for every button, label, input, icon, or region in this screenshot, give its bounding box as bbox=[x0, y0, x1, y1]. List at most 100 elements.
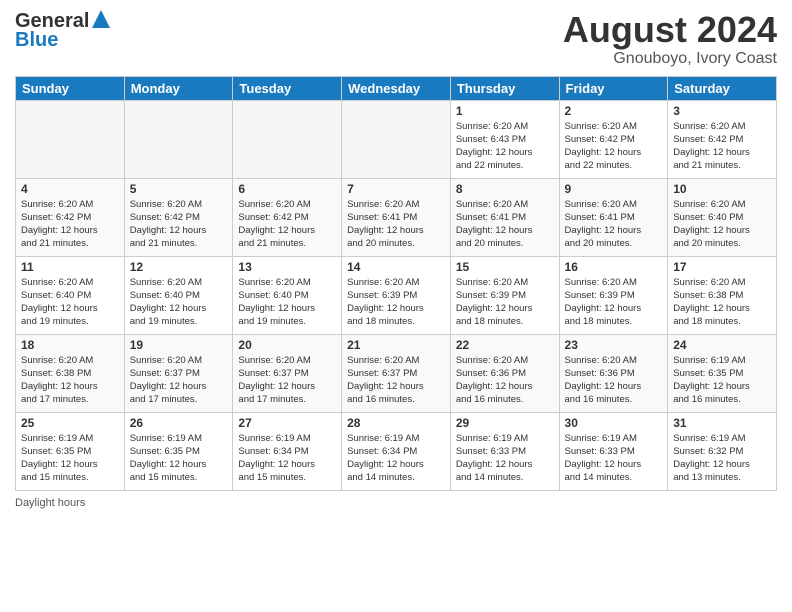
calendar-cell: 23Sunrise: 6:20 AM Sunset: 6:36 PM Dayli… bbox=[559, 334, 668, 412]
day-info: Sunrise: 6:19 AM Sunset: 6:33 PM Dayligh… bbox=[456, 432, 554, 485]
day-info: Sunrise: 6:20 AM Sunset: 6:42 PM Dayligh… bbox=[130, 198, 228, 251]
day-number: 31 bbox=[673, 416, 771, 430]
calendar-cell: 15Sunrise: 6:20 AM Sunset: 6:39 PM Dayli… bbox=[450, 256, 559, 334]
calendar-cell bbox=[233, 100, 342, 178]
calendar-cell bbox=[16, 100, 125, 178]
calendar-week-5: 25 Sunrise: 6:19 AM Sunset: 6:35 PM Dayli… bbox=[16, 412, 777, 490]
calendar-week-4: 18 Sunrise: 6:20 AM Sunset: 6:38 PM Dayli… bbox=[16, 334, 777, 412]
calendar-table: SundayMondayTuesdayWednesdayThursdayFrid… bbox=[15, 76, 777, 491]
day-header-sunday: Sunday bbox=[16, 76, 125, 100]
header: General Blue August 2024 Gnouboyo, Ivory… bbox=[15, 10, 777, 68]
day-header-friday: Friday bbox=[559, 76, 668, 100]
calendar-cell: 13 Sunrise: 6:20 AM Sunset: 6:40 PM Dayli… bbox=[233, 256, 342, 334]
day-info: Sunrise: 6:19 AM Sunset: 6:33 PM Dayligh… bbox=[565, 432, 663, 485]
day-number: 11 bbox=[21, 260, 119, 274]
calendar-body: 1Sunrise: 6:20 AM Sunset: 6:43 PM Daylig… bbox=[16, 100, 777, 490]
day-info: Sunrise: 6:20 AM Sunset: 6:41 PM Dayligh… bbox=[347, 198, 445, 251]
calendar-cell: 20 Sunrise: 6:20 AM Sunset: 6:37 PM Dayli… bbox=[233, 334, 342, 412]
day-info: Sunrise: 6:20 AM Sunset: 6:40 PM Dayligh… bbox=[238, 276, 336, 329]
calendar-cell: 3 Sunrise: 6:20 AM Sunset: 6:42 PM Daylig… bbox=[668, 100, 777, 178]
day-info: Sunrise: 6:20 AM Sunset: 6:39 PM Dayligh… bbox=[565, 276, 663, 329]
day-info: Sunrise: 6:20 AM Sunset: 6:38 PM Dayligh… bbox=[673, 276, 771, 329]
day-number: 18 bbox=[21, 338, 119, 352]
day-number: 1 bbox=[456, 104, 554, 118]
day-info: Sunrise: 6:20 AM Sunset: 6:38 PM Dayligh… bbox=[21, 354, 119, 407]
footer: Daylight hours bbox=[15, 497, 777, 509]
day-header-tuesday: Tuesday bbox=[233, 76, 342, 100]
day-number: 8 bbox=[456, 182, 554, 196]
calendar-cell: 22Sunrise: 6:20 AM Sunset: 6:36 PM Dayli… bbox=[450, 334, 559, 412]
day-header-thursday: Thursday bbox=[450, 76, 559, 100]
calendar-cell: 30 Sunrise: 6:19 AM Sunset: 6:33 PM Dayli… bbox=[559, 412, 668, 490]
day-number: 16 bbox=[565, 260, 663, 274]
day-number: 25 bbox=[21, 416, 119, 430]
footer-text: Daylight hours bbox=[15, 497, 85, 509]
day-header-wednesday: Wednesday bbox=[342, 76, 451, 100]
day-info: Sunrise: 6:20 AM Sunset: 6:40 PM Dayligh… bbox=[21, 276, 119, 329]
calendar-cell: 10 Sunrise: 6:20 AM Sunset: 6:40 PM Dayli… bbox=[668, 178, 777, 256]
day-number: 6 bbox=[238, 182, 336, 196]
day-number: 28 bbox=[347, 416, 445, 430]
day-number: 30 bbox=[565, 416, 663, 430]
day-header-saturday: Saturday bbox=[668, 76, 777, 100]
calendar-cell: 26 Sunrise: 6:19 AM Sunset: 6:35 PM Dayli… bbox=[124, 412, 233, 490]
calendar-cell: 27 Sunrise: 6:19 AM Sunset: 6:34 PM Dayli… bbox=[233, 412, 342, 490]
calendar-cell: 7Sunrise: 6:20 AM Sunset: 6:41 PM Daylig… bbox=[342, 178, 451, 256]
calendar-cell: 17 Sunrise: 6:20 AM Sunset: 6:38 PM Dayli… bbox=[668, 256, 777, 334]
day-info: Sunrise: 6:20 AM Sunset: 6:37 PM Dayligh… bbox=[238, 354, 336, 407]
day-number: 26 bbox=[130, 416, 228, 430]
calendar-cell: 25 Sunrise: 6:19 AM Sunset: 6:35 PM Dayli… bbox=[16, 412, 125, 490]
day-number: 20 bbox=[238, 338, 336, 352]
day-number: 9 bbox=[565, 182, 663, 196]
calendar-cell: 6 Sunrise: 6:20 AM Sunset: 6:42 PM Daylig… bbox=[233, 178, 342, 256]
day-info: Sunrise: 6:19 AM Sunset: 6:34 PM Dayligh… bbox=[238, 432, 336, 485]
day-info: Sunrise: 6:20 AM Sunset: 6:42 PM Dayligh… bbox=[21, 198, 119, 251]
calendar-week-3: 11 Sunrise: 6:20 AM Sunset: 6:40 PM Dayli… bbox=[16, 256, 777, 334]
day-number: 13 bbox=[238, 260, 336, 274]
title-block: August 2024 Gnouboyo, Ivory Coast bbox=[563, 10, 777, 68]
day-info: Sunrise: 6:20 AM Sunset: 6:37 PM Dayligh… bbox=[347, 354, 445, 407]
day-number: 27 bbox=[238, 416, 336, 430]
calendar-cell: 31 Sunrise: 6:19 AM Sunset: 6:32 PM Dayli… bbox=[668, 412, 777, 490]
day-info: Sunrise: 6:20 AM Sunset: 6:36 PM Dayligh… bbox=[456, 354, 554, 407]
calendar-week-1: 1Sunrise: 6:20 AM Sunset: 6:43 PM Daylig… bbox=[16, 100, 777, 178]
day-info: Sunrise: 6:20 AM Sunset: 6:41 PM Dayligh… bbox=[456, 198, 554, 251]
day-info: Sunrise: 6:20 AM Sunset: 6:42 PM Dayligh… bbox=[673, 120, 771, 173]
page-subtitle: Gnouboyo, Ivory Coast bbox=[563, 50, 777, 68]
calendar-cell: 2Sunrise: 6:20 AM Sunset: 6:42 PM Daylig… bbox=[559, 100, 668, 178]
day-info: Sunrise: 6:19 AM Sunset: 6:34 PM Dayligh… bbox=[347, 432, 445, 485]
day-number: 24 bbox=[673, 338, 771, 352]
day-number: 17 bbox=[673, 260, 771, 274]
calendar-cell: 11 Sunrise: 6:20 AM Sunset: 6:40 PM Dayli… bbox=[16, 256, 125, 334]
day-info: Sunrise: 6:20 AM Sunset: 6:40 PM Dayligh… bbox=[673, 198, 771, 251]
calendar-cell: 24 Sunrise: 6:19 AM Sunset: 6:35 PM Dayli… bbox=[668, 334, 777, 412]
calendar-cell: 8 Sunrise: 6:20 AM Sunset: 6:41 PM Daylig… bbox=[450, 178, 559, 256]
logo: General Blue bbox=[15, 10, 110, 52]
calendar-cell: 19Sunrise: 6:20 AM Sunset: 6:37 PM Dayli… bbox=[124, 334, 233, 412]
day-number: 14 bbox=[347, 260, 445, 274]
day-number: 12 bbox=[130, 260, 228, 274]
day-number: 29 bbox=[456, 416, 554, 430]
day-header-monday: Monday bbox=[124, 76, 233, 100]
page-container: General Blue August 2024 Gnouboyo, Ivory… bbox=[0, 0, 792, 612]
day-info: Sunrise: 6:20 AM Sunset: 6:40 PM Dayligh… bbox=[130, 276, 228, 329]
calendar-cell bbox=[124, 100, 233, 178]
day-info: Sunrise: 6:20 AM Sunset: 6:42 PM Dayligh… bbox=[238, 198, 336, 251]
day-number: 3 bbox=[673, 104, 771, 118]
day-number: 23 bbox=[565, 338, 663, 352]
calendar-cell: 28 Sunrise: 6:19 AM Sunset: 6:34 PM Dayli… bbox=[342, 412, 451, 490]
day-number: 2 bbox=[565, 104, 663, 118]
day-info: Sunrise: 6:19 AM Sunset: 6:35 PM Dayligh… bbox=[673, 354, 771, 407]
calendar-cell: 16 Sunrise: 6:20 AM Sunset: 6:39 PM Dayli… bbox=[559, 256, 668, 334]
day-info: Sunrise: 6:19 AM Sunset: 6:35 PM Dayligh… bbox=[21, 432, 119, 485]
day-info: Sunrise: 6:19 AM Sunset: 6:32 PM Dayligh… bbox=[673, 432, 771, 485]
calendar-cell: 18 Sunrise: 6:20 AM Sunset: 6:38 PM Dayli… bbox=[16, 334, 125, 412]
day-number: 15 bbox=[456, 260, 554, 274]
day-info: Sunrise: 6:19 AM Sunset: 6:35 PM Dayligh… bbox=[130, 432, 228, 485]
logo-line2: Blue bbox=[15, 29, 58, 52]
day-info: Sunrise: 6:20 AM Sunset: 6:39 PM Dayligh… bbox=[347, 276, 445, 329]
day-number: 10 bbox=[673, 182, 771, 196]
calendar-cell: 21Sunrise: 6:20 AM Sunset: 6:37 PM Dayli… bbox=[342, 334, 451, 412]
calendar-cell: 14 Sunrise: 6:20 AM Sunset: 6:39 PM Dayli… bbox=[342, 256, 451, 334]
calendar-cell: 5Sunrise: 6:20 AM Sunset: 6:42 PM Daylig… bbox=[124, 178, 233, 256]
